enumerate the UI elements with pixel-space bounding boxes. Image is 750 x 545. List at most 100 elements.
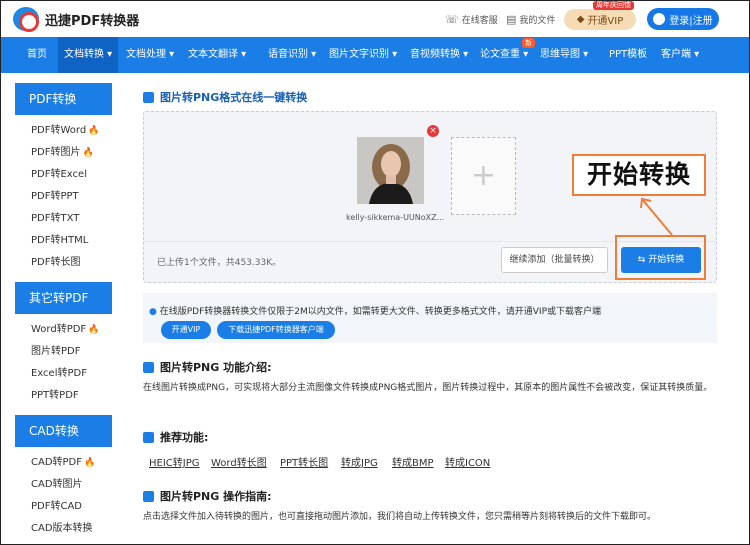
file-name: kelly-sikkema-UUNoXZ... bbox=[346, 213, 445, 222]
notice-text: ● 在线版PDF转换器转换文件仅限于2M以内文件，如需转更大文件、转换更多格式文… bbox=[149, 304, 601, 317]
recommend-link[interactable]: 转成JPG bbox=[341, 454, 378, 469]
nav-item-speech[interactable]: 语音识别 ▾ bbox=[268, 37, 316, 73]
sidebar-group-pdf[interactable]: PDF转换 bbox=[15, 83, 112, 115]
portrait-image bbox=[357, 137, 424, 204]
login-button-label: 登录|注册 bbox=[669, 15, 713, 27]
doc-icon bbox=[143, 91, 154, 103]
recommend-link[interactable]: PPT转长图 bbox=[280, 454, 328, 469]
logo-icon bbox=[13, 7, 39, 32]
sidebar-item-label: PDF转Word bbox=[31, 125, 87, 136]
sidebar-item[interactable]: Word转PDF 🔥 bbox=[15, 319, 112, 341]
bullet-icon: ● bbox=[149, 307, 157, 317]
sidebar-item-label: CAD转PDF bbox=[31, 457, 83, 468]
sidebar-item[interactable]: CAD版本转换 bbox=[15, 518, 112, 540]
sidebar-item[interactable]: PDF转HTML bbox=[15, 230, 112, 252]
top-bar: 迅捷PDF转换器 ☏ 在线客服 ▤ 我的文件 ◆ 开通VIP 周年庆回馈 登录|… bbox=[1, 1, 749, 37]
guide-text: 点击选择文件加入待转换的图片，也可直接拖动图片添加，我们将自动上传转换文件，您只… bbox=[143, 512, 657, 522]
my-docs-link[interactable]: ▤ 我的文件 bbox=[506, 13, 555, 26]
pill-download-button[interactable]: 下载迅捷PDF转换器客户端 bbox=[217, 321, 335, 339]
plus-icon: + bbox=[470, 158, 497, 193]
service-link-label: 在线客服 bbox=[461, 16, 498, 26]
recommend-link[interactable]: 转成BMP bbox=[392, 454, 434, 469]
guide-icon bbox=[143, 490, 154, 502]
new-badge: 新 bbox=[522, 38, 535, 48]
sidebar-item[interactable]: PPT转PDF bbox=[15, 385, 112, 407]
pill-vip-button[interactable]: 开通VIP bbox=[161, 321, 211, 339]
recommend-link[interactable]: 转成ICON bbox=[445, 454, 490, 469]
page-title: 图片转PNG格式在线一键转换 bbox=[143, 89, 307, 105]
continue-add-button[interactable]: 继续添加（批量转换） bbox=[501, 247, 608, 273]
page-title-text: 图片转PNG格式在线一键转换 bbox=[160, 91, 308, 104]
recommend-link[interactable]: Word转长图 bbox=[211, 454, 267, 469]
sidebar-item-label: PDF转图片 bbox=[31, 147, 81, 158]
recommend-title: 推荐功能: bbox=[143, 429, 208, 445]
fire-icon: 🔥 bbox=[82, 148, 94, 158]
sidebar-item[interactable]: 图片转PDF bbox=[15, 341, 112, 363]
nav-item-mindmap[interactable]: 思维导图 ▾ bbox=[540, 37, 588, 73]
sidebar-item[interactable]: PDF转CAD bbox=[15, 496, 112, 518]
annotation-callout: 开始转换 bbox=[572, 154, 706, 196]
vip-promo-badge: 周年庆回馈 bbox=[593, 1, 634, 10]
sidebar-item[interactable]: Excel转PDF bbox=[15, 363, 112, 385]
recommend-title-text: 推荐功能: bbox=[160, 431, 209, 444]
nav-item-client[interactable]: 客户端 ▾ bbox=[661, 37, 699, 73]
nav-item-paper-check[interactable]: 论文查重 ▾ bbox=[480, 37, 528, 73]
intro-title: 图片转PNG 功能介绍: bbox=[143, 359, 272, 375]
sidebar-item[interactable]: PDF转长图 bbox=[15, 252, 112, 274]
nav-item-media[interactable]: 音视频转换 ▾ bbox=[410, 37, 468, 73]
intro-title-text: 图片转PNG 功能介绍: bbox=[160, 361, 272, 374]
user-icon bbox=[653, 13, 666, 25]
sidebar-item-label: PDF转PPT bbox=[31, 191, 79, 202]
fire-icon: 🔥 bbox=[88, 126, 100, 136]
sidebar-item-label: PDF转HTML bbox=[31, 235, 89, 246]
nav-item-ocr[interactable]: 图片文字识别 ▾ bbox=[329, 37, 397, 73]
highlight-box bbox=[615, 235, 706, 280]
upload-status: 已上传1个文件，共453.33K。 bbox=[157, 258, 282, 268]
sidebar-item-label: Word转PDF bbox=[31, 324, 87, 335]
vip-button[interactable]: ◆ 开通VIP bbox=[564, 9, 636, 30]
sidebar-item-label: PDF转长图 bbox=[31, 257, 81, 268]
sidebar-item[interactable]: PDF转图片 🔥 bbox=[15, 142, 112, 164]
vip-button-label: 开通VIP bbox=[587, 16, 624, 27]
intro-text: 在线图片转换成PNG，可实现将大部分主流图像文件转换成PNG格式图片，图片转换过… bbox=[143, 383, 713, 393]
nav-item-home[interactable]: 首页 bbox=[19, 37, 55, 73]
nav-item-doc-process[interactable]: 文档处理 ▾ bbox=[126, 37, 174, 73]
notice-text-body: 在线版PDF转换器转换文件仅限于2M以内文件，如需转更大文件、转换更多格式文件，… bbox=[159, 307, 602, 317]
sidebar-item[interactable]: PDF转PPT bbox=[15, 186, 112, 208]
login-button[interactable]: 登录|注册 bbox=[647, 8, 719, 30]
document-icon: ▤ bbox=[506, 13, 517, 26]
sidebar-item-label: Excel转PDF bbox=[31, 368, 87, 379]
fire-icon: 🔥 bbox=[88, 325, 100, 335]
nav-item-ppt[interactable]: PPT模板 bbox=[609, 37, 647, 73]
logo-text: 迅捷PDF转换器 bbox=[45, 13, 140, 29]
my-docs-label: 我的文件 bbox=[519, 16, 556, 26]
service-link[interactable]: ☏ 在线客服 bbox=[445, 13, 498, 26]
intro-icon bbox=[143, 361, 154, 373]
uploaded-image-thumbnail bbox=[357, 137, 424, 204]
nav-item-doc-convert[interactable]: 文档转换 ▾ bbox=[58, 37, 119, 73]
headset-icon: ☏ bbox=[445, 13, 459, 26]
star-icon bbox=[143, 431, 154, 443]
sidebar-item-label: PPT转PDF bbox=[31, 390, 79, 401]
sidebar-item[interactable]: CAD转图片 bbox=[15, 474, 112, 496]
sidebar-item[interactable]: PDF转Excel bbox=[15, 164, 112, 186]
sidebar-item[interactable]: PDF转Word 🔥 bbox=[15, 120, 112, 142]
recommend-link[interactable]: HEIC转JPG bbox=[149, 454, 200, 469]
sidebar-item-label: PDF转TXT bbox=[31, 213, 80, 224]
guide-title: 图片转PNG 操作指南: bbox=[143, 488, 272, 504]
sidebar-group-cad[interactable]: CAD转换 bbox=[15, 415, 112, 447]
nav-item-translate[interactable]: 文本文翻译 ▾ bbox=[188, 37, 246, 73]
add-file-button[interactable]: + bbox=[451, 137, 516, 215]
guide-title-text: 图片转PNG 操作指南: bbox=[160, 490, 272, 503]
sidebar-item-label: CAD版本转换 bbox=[31, 523, 93, 534]
main-nav: 首页 文档转换 ▾ 文档处理 ▾ 文本文翻译 ▾ 语音识别 ▾ 图片文字识别 ▾… bbox=[1, 37, 749, 73]
sidebar-group-to-pdf[interactable]: 其它转PDF bbox=[15, 282, 112, 314]
sidebar-item[interactable]: CAD转PDF 🔥 bbox=[15, 452, 112, 474]
fire-icon: 🔥 bbox=[84, 458, 96, 468]
sidebar: PDF转换 PDF转Word 🔥 PDF转图片 🔥 PDF转Excel PDF转PP… bbox=[15, 83, 112, 540]
logo[interactable]: 迅捷PDF转换器 bbox=[13, 7, 140, 32]
sidebar-item-label: CAD转图片 bbox=[31, 479, 83, 490]
remove-file-icon[interactable]: × bbox=[427, 125, 439, 137]
sidebar-item[interactable]: PDF转TXT bbox=[15, 208, 112, 230]
sidebar-item-label: PDF转Excel bbox=[31, 169, 87, 180]
